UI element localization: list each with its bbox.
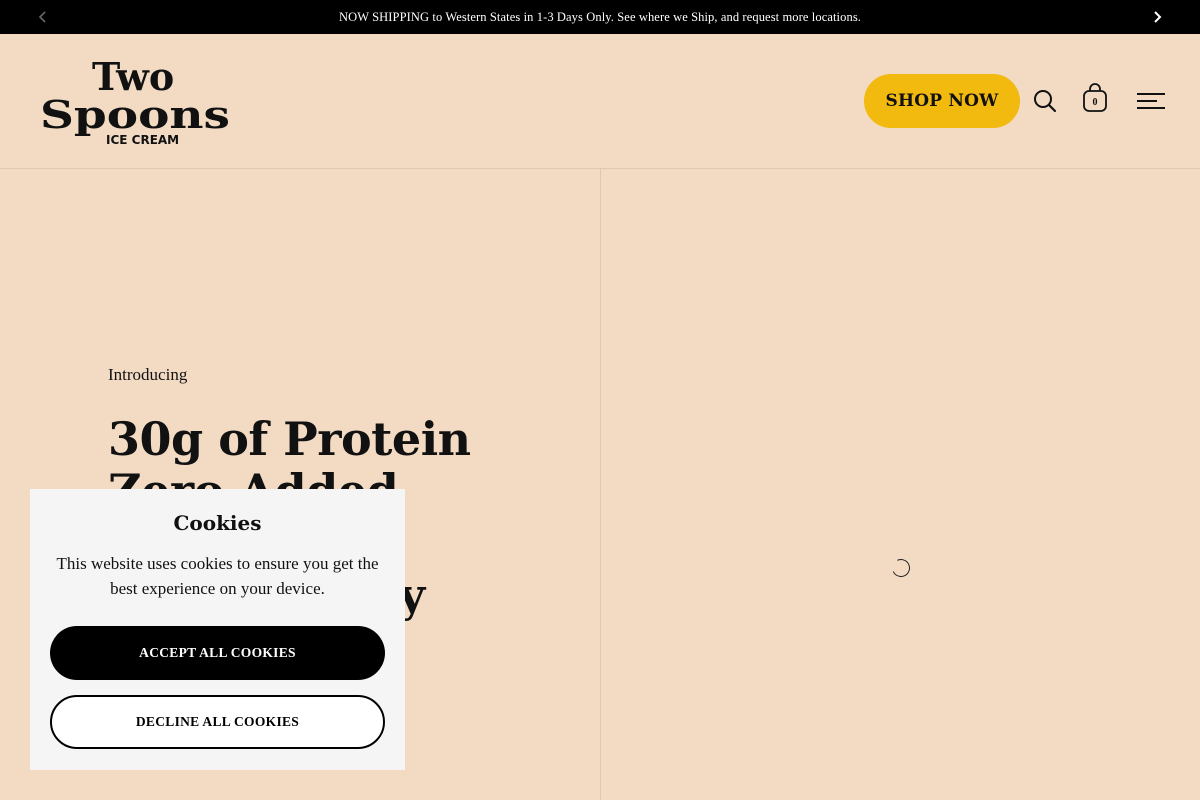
loading-spinner-icon — [889, 556, 913, 580]
announcement-next-button[interactable] — [1140, 0, 1174, 34]
hero-media-panel — [601, 169, 1200, 800]
headline-line: 30g of Protein — [108, 412, 471, 466]
logo-line-3: ICE CREAM — [106, 133, 179, 146]
announcement-message[interactable]: NOW SHIPPING to Western States in 1-3 Da… — [339, 10, 861, 25]
decline-cookies-button[interactable]: DECLINE ALL COOKIES — [50, 695, 385, 749]
chevron-right-icon — [1154, 11, 1162, 23]
announcement-prev-button[interactable] — [26, 0, 60, 34]
cookie-banner: Cookies This website uses cookies to ens… — [30, 489, 405, 770]
search-icon — [1034, 90, 1057, 113]
cart-button[interactable]: 0 — [1080, 83, 1110, 117]
site-header: Two Spoons ICE CREAM SHOP NOW 0 — [0, 34, 1200, 169]
shop-now-button[interactable]: SHOP NOW — [864, 74, 1020, 128]
chevron-left-icon — [38, 11, 46, 23]
accept-cookies-button[interactable]: ACCEPT ALL COOKIES — [50, 626, 385, 680]
menu-button[interactable] — [1134, 86, 1168, 116]
logo-line-2: Spoons — [40, 92, 230, 137]
hamburger-menu-icon — [1137, 93, 1165, 109]
search-button[interactable] — [1030, 86, 1060, 116]
hero-intro: Introducing — [108, 365, 188, 384]
announcement-bar: NOW SHIPPING to Western States in 1-3 Da… — [0, 0, 1200, 34]
cookie-title: Cookies — [173, 511, 262, 535]
cookie-text: This website uses cookies to ensure you … — [56, 554, 379, 598]
brand-logo[interactable]: Two Spoons ICE CREAM — [40, 56, 232, 146]
cart-count: 0 — [1092, 97, 1098, 108]
